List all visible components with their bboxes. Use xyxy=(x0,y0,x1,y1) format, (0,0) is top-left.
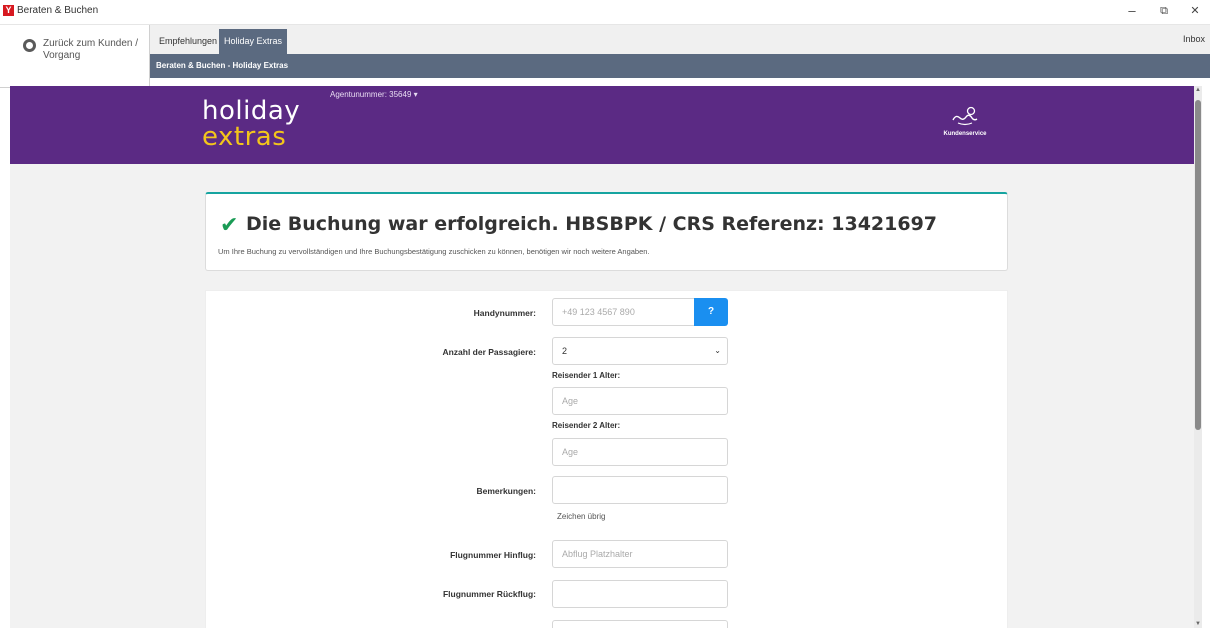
title-bar: Y Beraten & Buchen – ⧉ ✕ xyxy=(0,0,1210,25)
success-card: ✔ Die Buchung war erfolgreich. HBSBPK / … xyxy=(205,192,1008,271)
back-to-customer-button[interactable]: Zurück zum Kunden / Vorgang xyxy=(0,25,150,88)
tab-bar: Empfehlungen Holiday Extras Inbox xyxy=(150,25,1210,54)
scrollbar[interactable]: ▲ ▼ xyxy=(1194,86,1202,628)
check-icon: ✔ xyxy=(220,212,239,237)
holiday-extras-header: holiday extras Agentunummer: 35649 ▾ Kun… xyxy=(10,86,1202,164)
back-circle-icon xyxy=(23,39,36,52)
traveler-1-age-input[interactable]: Age xyxy=(552,387,728,415)
back-label: Zurück zum Kunden / Vorgang xyxy=(43,38,139,61)
agent-number-dropdown[interactable]: Agentunummer: 35649 ▾ xyxy=(330,90,418,99)
close-icon[interactable]: ✕ xyxy=(1185,3,1205,19)
flight-out-input[interactable]: Abflug Platzhalter xyxy=(552,540,728,568)
flight-out-label: Flugnummer Hinflug: xyxy=(450,550,536,560)
window-title: Beraten & Buchen xyxy=(17,5,99,16)
tab-empfehlungen[interactable]: Empfehlungen xyxy=(154,29,222,54)
traveler-2-label: Reisender 2 Alter: xyxy=(552,421,621,430)
breadcrumb: Beraten & Buchen - Holiday Extras xyxy=(156,61,289,70)
booking-details-form: Handynummer: +49 123 4567 890 ? Anzahl d… xyxy=(205,290,1008,628)
success-subtitle: Um Ihre Buchung zu vervollständigen und … xyxy=(218,247,650,256)
customer-service-label[interactable]: Kundenservice xyxy=(930,131,1000,137)
app-logo-icon: Y xyxy=(3,5,14,16)
next-field-input[interactable] xyxy=(552,620,728,628)
traveler-2-age-input[interactable]: Age xyxy=(552,438,728,466)
minimize-icon[interactable]: – xyxy=(1122,3,1142,19)
browser-content: holiday extras Agentunummer: 35649 ▾ Kun… xyxy=(10,86,1202,628)
customer-service-icon[interactable] xyxy=(950,106,980,126)
passengers-value: 2 xyxy=(562,346,568,356)
scroll-up-icon[interactable]: ▲ xyxy=(1194,87,1202,93)
inbox-link[interactable]: Inbox xyxy=(1183,29,1205,49)
traveler-1-label: Reisender 1 Alter: xyxy=(552,371,621,380)
remarks-label: Bemerkungen: xyxy=(476,486,536,496)
restore-icon[interactable]: ⧉ xyxy=(1154,3,1174,19)
scroll-thumb[interactable] xyxy=(1195,100,1201,430)
breadcrumb-bar: Beraten & Buchen - Holiday Extras xyxy=(150,54,1210,78)
phone-input[interactable]: +49 123 4567 890 xyxy=(552,298,696,326)
success-title: Die Buchung war erfolgreich. HBSBPK / CR… xyxy=(246,213,938,235)
passengers-label: Anzahl der Passagiere: xyxy=(442,347,536,357)
chevron-down-icon: ⌄ xyxy=(714,346,721,355)
chars-left-hint: Zeichen übrig xyxy=(557,512,606,521)
tab-holiday-extras[interactable]: Holiday Extras xyxy=(219,29,288,54)
remarks-input[interactable] xyxy=(552,476,728,504)
flight-back-input[interactable] xyxy=(552,580,728,608)
flight-back-label: Flugnummer Rückflug: xyxy=(442,589,536,599)
scroll-down-icon[interactable]: ▼ xyxy=(1194,621,1202,627)
passengers-select[interactable]: 2 ⌄ xyxy=(552,337,728,365)
help-button[interactable]: ? xyxy=(694,298,728,326)
logo-extras[interactable]: extras xyxy=(202,124,286,150)
